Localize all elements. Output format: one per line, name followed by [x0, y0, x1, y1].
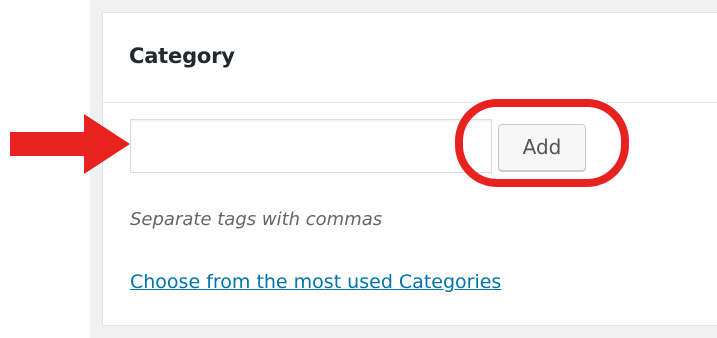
metabox-header: Category: [103, 13, 717, 103]
page-background-top: [90, 0, 717, 12]
page-background-bottom: [90, 326, 717, 338]
metabox-title: Category: [129, 44, 235, 68]
add-button[interactable]: Add: [498, 124, 586, 171]
page-background-left: [90, 0, 102, 338]
choose-most-used-link[interactable]: Choose from the most used Categories: [130, 271, 501, 293]
new-category-input[interactable]: [130, 119, 492, 173]
separate-tags-hint: Separate tags with commas: [130, 209, 383, 230]
category-metabox: Category Add Separate tags with commas C…: [102, 12, 717, 326]
screenshot-stage: Category Add Separate tags with commas C…: [0, 0, 717, 338]
